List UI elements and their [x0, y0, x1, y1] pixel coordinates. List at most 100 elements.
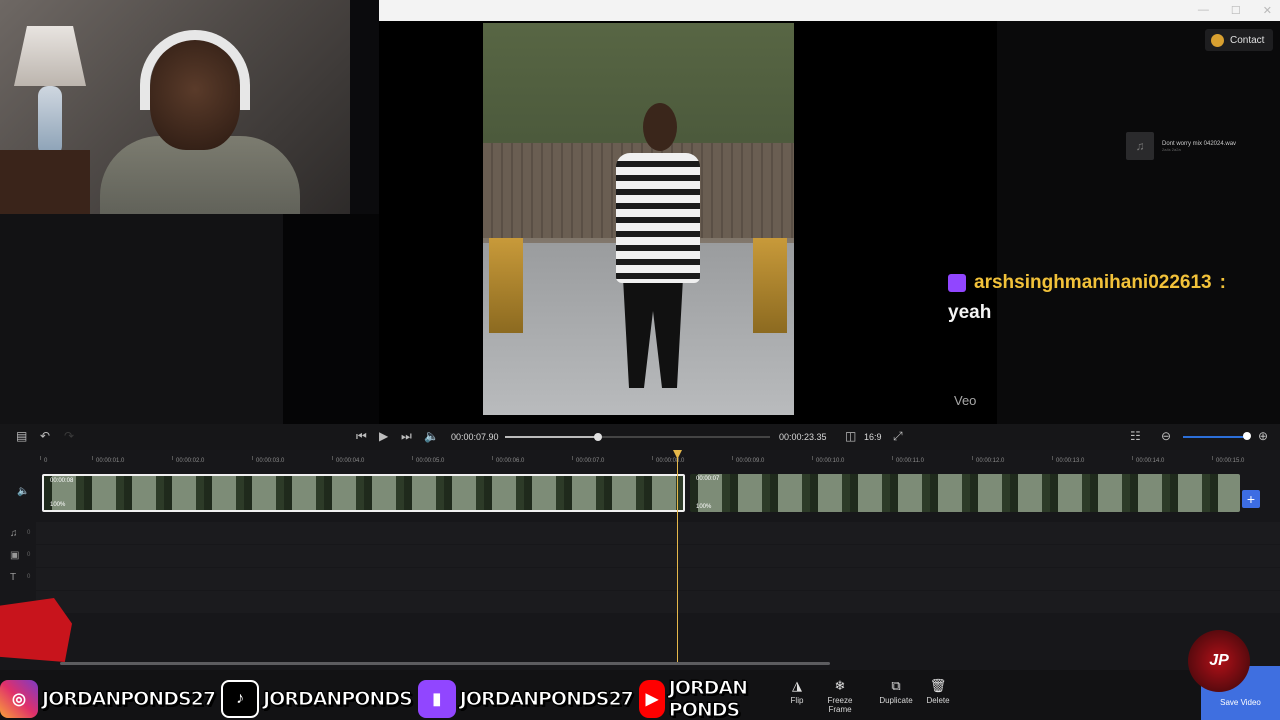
- zoom-slider[interactable]: [1183, 436, 1246, 438]
- video-preview[interactable]: [483, 23, 794, 415]
- youtube-icon: ▶: [638, 679, 665, 718]
- music-icon[interactable]: ♫: [10, 528, 18, 539]
- playback-toolbar: ▤ ↶ ↷ ⏮ ▶ ⏭ 🔈 00:00:07.90 00:00:23.35 ◫ …: [0, 424, 1280, 450]
- playback-scrubber[interactable]: [505, 433, 770, 441]
- music-sub: 2a4s 2a2a: [1162, 146, 1181, 152]
- ruler-tick: 00:00:08.0: [651, 456, 685, 464]
- total-time: 00:00:23.35: [779, 432, 827, 442]
- playhead[interactable]: [677, 452, 678, 664]
- aspect-ratio-label[interactable]: 16:9: [864, 432, 882, 442]
- skip-back-icon[interactable]: ⏮: [356, 429, 367, 444]
- track-row-music[interactable]: [36, 522, 1280, 544]
- social-twitch: ▮ JORDANPONDS27: [417, 679, 634, 718]
- tiktok-icon: ♪: [221, 679, 260, 718]
- social-instagram: ◎ JORDANPONDS27: [0, 679, 217, 718]
- chat-overlay: arshsinghmanihani022613 : yeah: [948, 272, 1268, 324]
- freeze-frame-button[interactable]: ❄ Freeze Frame: [814, 678, 866, 714]
- social-tiktok: ♪ JORDANPONDS: [221, 679, 413, 718]
- track-row-sticker[interactable]: [36, 545, 1280, 567]
- ruler-tick: 00:00:05.0: [411, 456, 445, 464]
- dancer-shirt: [616, 153, 700, 283]
- ruler-tick: 00:00:09.0: [731, 456, 765, 464]
- aspect-ratio-icon[interactable]: ◫: [845, 429, 856, 443]
- lamp-shade: [14, 26, 86, 86]
- save-icon[interactable]: ▤: [16, 429, 27, 443]
- instagram-icon: ◎: [0, 679, 38, 718]
- music-item[interactable]: ♫ Dont worry mix 042024.wav 2a4s 2a2a: [1126, 132, 1256, 160]
- track-area: 🔈 00:00:08 100% 00:00:07 100% + ♫ 0 ▣ 0 T 0: [0, 472, 1280, 670]
- screen: — ☐ ✕ Contact ♫ Dont worry mix 042024.wa…: [0, 0, 1280, 720]
- twitch-handle: JORDANPONDS27: [459, 687, 634, 710]
- ruler-tick: 00:00:10.0: [811, 456, 845, 464]
- chat-user-line: arshsinghmanihani022613 :: [948, 272, 1268, 294]
- add-clip-button[interactable]: +: [1242, 490, 1260, 508]
- maximize-button[interactable]: ☐: [1231, 4, 1241, 17]
- horizontal-scrollbar[interactable]: [60, 662, 830, 665]
- streamer: [100, 30, 300, 214]
- webcam-overlay: [0, 0, 350, 214]
- veo-watermark: Veo: [954, 393, 977, 408]
- ruler-tick: 0: [39, 456, 48, 464]
- chat-message: yeah: [948, 302, 992, 323]
- current-time: 00:00:07.90: [451, 432, 499, 442]
- clip-duration: 00:00:08: [50, 478, 74, 484]
- zoom-knob[interactable]: [1243, 432, 1251, 440]
- clip-speed: 100%: [696, 504, 712, 510]
- headset: [140, 30, 250, 110]
- close-button[interactable]: ✕: [1263, 4, 1272, 17]
- contact-label: Contact: [1230, 34, 1265, 46]
- ruler-tick: 00:00:01.0: [91, 456, 125, 464]
- contact-button[interactable]: Contact: [1205, 29, 1273, 51]
- zoom-out-icon[interactable]: ⊖: [1161, 429, 1171, 443]
- delete-icon: 🗑: [929, 678, 947, 693]
- music-note-icon: ♫: [1126, 132, 1154, 160]
- zoom-in-icon[interactable]: ⊕: [1258, 429, 1268, 443]
- redo-icon[interactable]: ↷: [64, 429, 74, 443]
- fullscreen-icon[interactable]: ⤢: [893, 429, 903, 444]
- track-count: 0: [27, 574, 31, 580]
- minimize-button[interactable]: —: [1198, 4, 1209, 17]
- video-pillar-left: [489, 238, 523, 333]
- track-count: 0: [27, 530, 31, 536]
- video-clip[interactable]: 00:00:08 100%: [42, 474, 685, 512]
- scrubber-fill: [505, 436, 598, 438]
- dancer-head: [643, 103, 677, 151]
- twitch-badge-icon: [948, 274, 966, 292]
- music-name: Dont worry mix 042024.wav: [1162, 140, 1237, 147]
- clip-duration: 00:00:07: [696, 476, 720, 482]
- ruler-tick: 00:00:03.0: [251, 456, 285, 464]
- play-icon[interactable]: ▶: [379, 429, 388, 443]
- skip-forward-icon[interactable]: ⏭: [401, 429, 412, 444]
- chat-username: arshsinghmanihani022613: [974, 272, 1212, 293]
- social-handles-bar: ◎ JORDANPONDS27 ♪ JORDANPONDS ▮ JORDANPONDS27…: [0, 676, 780, 720]
- delete-button[interactable]: 🗑 Delete: [912, 678, 964, 705]
- timeline: 0 00:00:01.0 00:00:02.0 00:00:03.0 00:00:04.…: [0, 450, 1280, 670]
- freeze-frame-icon: ❄: [834, 678, 846, 693]
- left-background: [0, 214, 283, 424]
- track-count: 0: [27, 552, 31, 558]
- duplicate-label: Duplicate: [879, 696, 913, 705]
- ruler-tick: 00:00:11.0: [892, 456, 924, 464]
- video-pillar-right: [753, 238, 787, 333]
- clip-speed: 100%: [50, 502, 66, 508]
- volume-icon[interactable]: 🔈: [424, 429, 439, 443]
- track-row-text[interactable]: [36, 568, 1280, 590]
- window-controls: — ☐ ✕: [1198, 4, 1272, 17]
- jp-logo: JP: [1188, 630, 1250, 692]
- ruler-tick: 00:00:07.0: [571, 456, 605, 464]
- sticker-icon[interactable]: ▣: [10, 550, 19, 561]
- ruler-tick: 00:00:13.0: [1051, 456, 1085, 464]
- video-clip[interactable]: 00:00:07 100%: [690, 474, 1240, 512]
- ruler-tick: 00:00:15.0: [1211, 456, 1245, 464]
- scrubber-knob[interactable]: [593, 433, 602, 441]
- chat-separator: :: [1219, 272, 1226, 293]
- social-youtube: ▶ JORDAN PONDS: [638, 676, 774, 720]
- settings-sliders-icon[interactable]: ☷: [1130, 429, 1141, 443]
- right-panel: [997, 21, 1280, 424]
- time-ruler[interactable]: 0 00:00:01.0 00:00:02.0 00:00:03.0 00:00:04.…: [39, 450, 1280, 472]
- track-volume-icon[interactable]: 🔈: [17, 486, 29, 497]
- track-row-extra[interactable]: [36, 591, 1280, 613]
- contact-avatar-icon: [1211, 33, 1224, 47]
- text-icon[interactable]: T: [10, 572, 16, 583]
- undo-icon[interactable]: ↶: [40, 429, 50, 443]
